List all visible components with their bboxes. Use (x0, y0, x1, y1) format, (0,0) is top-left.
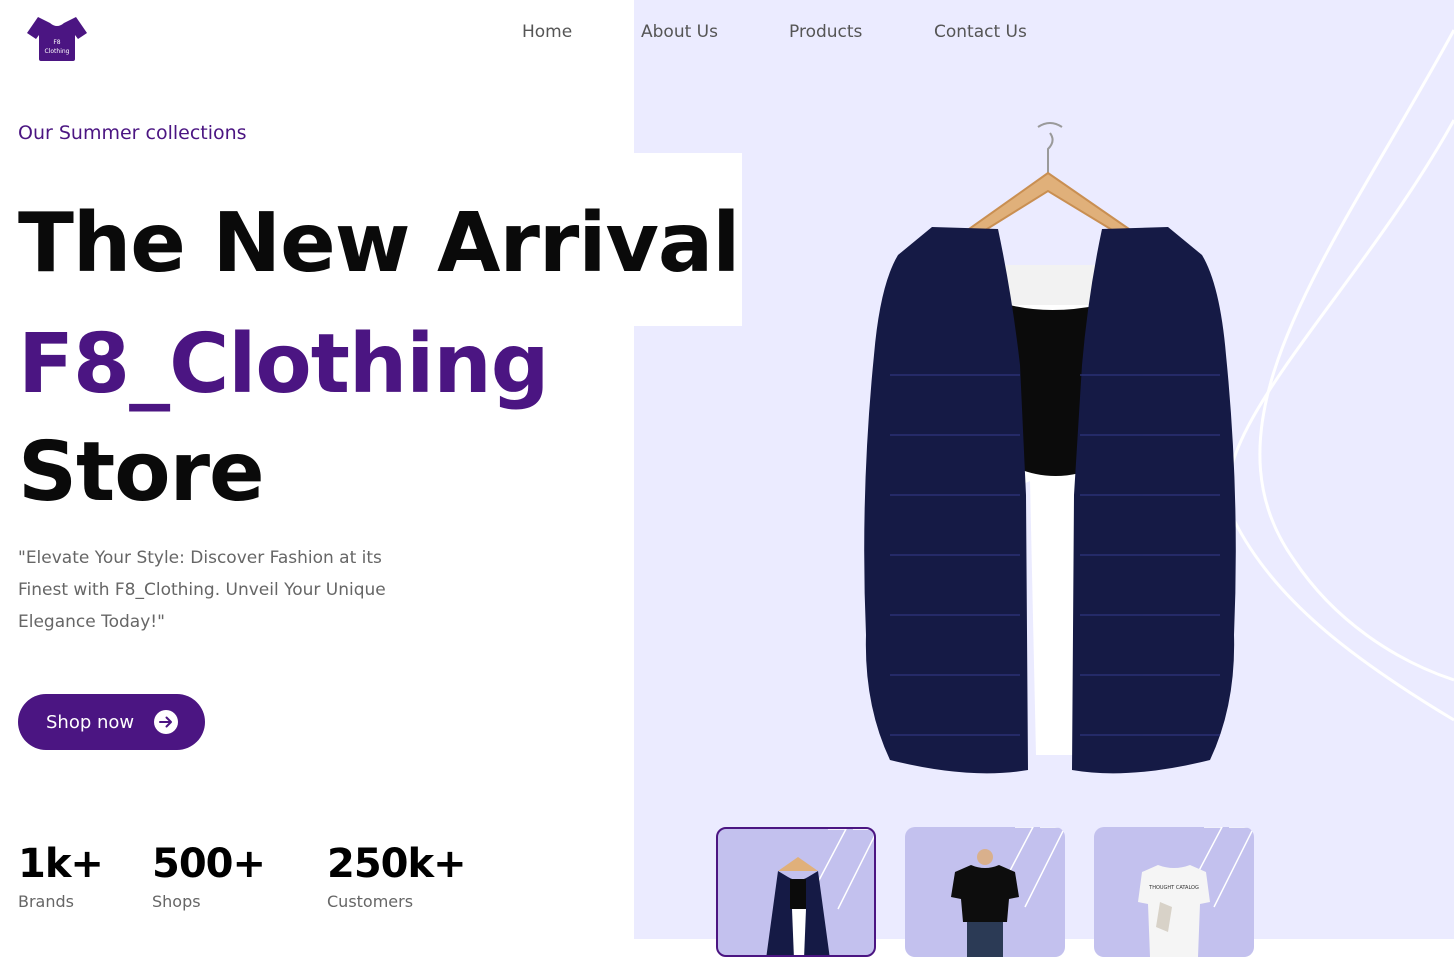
hero-product-image (864, 122, 1236, 774)
hero-description: "Elevate Your Style: Discover Fashion at… (18, 548, 386, 632)
thumbnail-print-text: THOUGHT CATALOG (1148, 885, 1199, 891)
arrow-right-circle-icon (154, 710, 178, 734)
stat-brands: 1k+ Brands (18, 841, 104, 911)
logo-text-line2: Clothing (45, 48, 70, 55)
logo-text-line1: F8 (53, 39, 60, 46)
stat-label: Customers (327, 892, 414, 911)
hero-eyebrow: Our Summer collections (18, 122, 247, 144)
stat-label: Brands (18, 892, 74, 911)
hero-title-line3: Store (18, 425, 265, 520)
thumbnail-white-printed-tshirt[interactable]: THOUGHT CATALOG (1094, 827, 1254, 957)
stat-value: 1k+ (18, 841, 104, 887)
brand-logo[interactable]: F8 Clothing (24, 14, 90, 62)
stat-value: 250k+ (327, 841, 467, 887)
thumbnail-image: THOUGHT CATALOG (1138, 827, 1254, 957)
hero-title-line1: The New Arrival (18, 196, 740, 291)
thumbnail-black-tshirt[interactable] (905, 827, 1065, 957)
stat-customers: 250k+ Customers (327, 841, 467, 911)
nav-products[interactable]: Products (789, 22, 862, 42)
shop-now-button[interactable]: Shop now (18, 694, 205, 750)
thumbnail-image (766, 829, 874, 955)
tshirt-logo-icon: F8 Clothing (27, 17, 87, 61)
nav-about-us[interactable]: About Us (641, 22, 718, 42)
shop-now-label: Shop now (46, 711, 135, 733)
nav-contact-us[interactable]: Contact Us (934, 22, 1027, 42)
hero-title-brand: F8_Clothing (18, 317, 549, 412)
nav-home[interactable]: Home (522, 22, 572, 42)
stat-label: Shops (152, 892, 201, 911)
thumbnail-knit-vest[interactable] (716, 827, 876, 957)
stat-value: 500+ (152, 841, 266, 887)
thumbnail-image (951, 827, 1065, 957)
stat-shops: 500+ Shops (152, 841, 266, 911)
